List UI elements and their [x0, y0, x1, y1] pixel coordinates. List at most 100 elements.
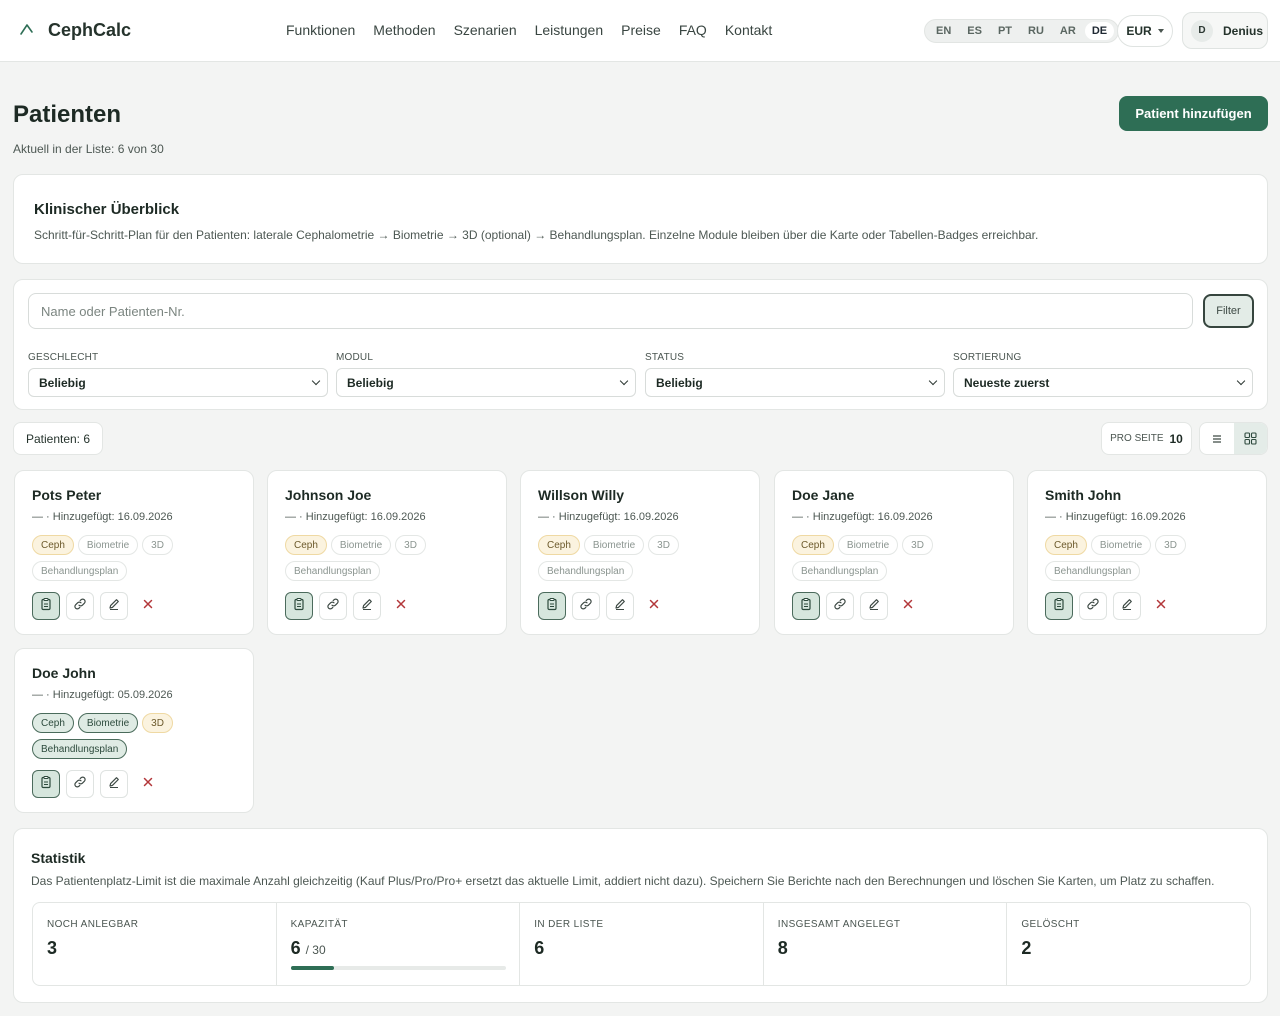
module-tag[interactable]: Biometrie — [583, 535, 645, 555]
share-link-button[interactable] — [1079, 592, 1107, 620]
delete-button[interactable] — [1147, 592, 1175, 620]
list-view-button[interactable] — [1200, 423, 1234, 454]
close-icon — [142, 775, 154, 793]
module-tag[interactable]: 3D — [1155, 535, 1186, 555]
patient-count-badge: Patienten: 6 — [13, 422, 103, 455]
module-tag[interactable]: Biometrie — [837, 535, 899, 555]
link-icon — [73, 775, 87, 794]
module-tag[interactable]: Behandlungsplan — [538, 561, 634, 581]
module-tag[interactable]: Ceph — [32, 535, 74, 555]
delete-button[interactable] — [387, 592, 415, 620]
grid-view-button[interactable] — [1233, 423, 1267, 454]
module-tag[interactable]: Biometrie — [1090, 535, 1152, 555]
edit-button[interactable] — [860, 592, 888, 620]
patient-name[interactable]: Willson Willy — [538, 487, 624, 503]
patient-card[interactable]: Doe Jane — · Hinzugefügt: 16.09.2026 Ceph B… — [774, 470, 1014, 635]
module-tag[interactable]: 3D — [902, 535, 933, 555]
edit-button[interactable] — [606, 592, 634, 620]
module-tag[interactable]: 3D — [395, 535, 426, 555]
nav-scenarios[interactable]: Szenarien — [454, 22, 517, 38]
edit-button[interactable] — [100, 592, 128, 620]
status-select[interactable]: Beliebig — [645, 368, 945, 397]
share-link-button[interactable] — [66, 770, 94, 798]
delete-button[interactable] — [134, 770, 162, 798]
module-select[interactable]: Beliebig — [336, 368, 636, 397]
gender-select[interactable]: Beliebig — [28, 368, 328, 397]
delete-button[interactable] — [134, 592, 162, 620]
report-button[interactable] — [1045, 592, 1073, 620]
link-icon — [833, 597, 847, 616]
share-link-button[interactable] — [572, 592, 600, 620]
stat-label: NOCH ANLEGBAR — [47, 919, 139, 930]
currency-dropdown[interactable]: EUR — [1117, 15, 1173, 47]
lang-en[interactable]: EN — [929, 22, 958, 40]
patient-card[interactable]: Willson Willy — · Hinzugefügt: 16.09.2026… — [520, 470, 760, 635]
lang-ru[interactable]: RU — [1021, 22, 1051, 40]
filter-button[interactable]: Filter — [1203, 294, 1254, 328]
module-tag[interactable]: Behandlungsplan — [792, 561, 888, 581]
brand-logo[interactable]: CephCalc — [16, 18, 131, 42]
delete-button[interactable] — [640, 592, 668, 620]
stat-label: INSGESAMT ANGELEGT — [777, 919, 901, 930]
module-tag[interactable]: Ceph — [1045, 535, 1087, 555]
report-button[interactable] — [32, 770, 60, 798]
nav-faq[interactable]: FAQ — [679, 22, 707, 38]
user-menu[interactable]: D Denius — [1182, 12, 1268, 49]
patient-name[interactable]: Doe Jane — [792, 487, 854, 503]
clipboard-icon — [39, 597, 53, 616]
search-input[interactable] — [28, 293, 1193, 329]
share-link-button[interactable] — [66, 592, 94, 620]
nav-contact[interactable]: Kontakt — [725, 22, 772, 38]
module-tag[interactable]: Biometrie — [77, 535, 139, 555]
lang-de[interactable]: DE — [1084, 22, 1115, 40]
lang-pt[interactable]: PT — [991, 22, 1019, 40]
patient-name[interactable]: Johnson Joe — [285, 487, 371, 503]
module-tag[interactable]: Biometrie — [77, 713, 139, 733]
module-tag[interactable]: Biometrie — [330, 535, 392, 555]
nav-pricing[interactable]: Preise — [621, 22, 661, 38]
share-link-button[interactable] — [319, 592, 347, 620]
report-button[interactable] — [32, 592, 60, 620]
module-tags: Ceph Biometrie 3D Behandlungsplan — [538, 535, 748, 581]
report-button[interactable] — [285, 592, 313, 620]
module-tags: Ceph Biometrie 3D Behandlungsplan — [32, 535, 242, 581]
lang-ar[interactable]: AR — [1053, 22, 1083, 40]
module-tag[interactable]: Ceph — [538, 535, 580, 555]
clipboard-icon — [545, 597, 559, 616]
module-tag[interactable]: Ceph — [285, 535, 327, 555]
module-tag[interactable]: 3D — [648, 535, 679, 555]
patient-card[interactable]: Smith John — · Hinzugefügt: 16.09.2026 Cep… — [1027, 470, 1267, 635]
module-tag[interactable]: Behandlungsplan — [32, 739, 128, 759]
module-tag[interactable]: Ceph — [792, 535, 834, 555]
card-actions — [538, 592, 668, 620]
share-link-button[interactable] — [826, 592, 854, 620]
edit-button[interactable] — [1113, 592, 1141, 620]
module-tag[interactable]: 3D — [142, 535, 173, 555]
module-tag[interactable]: Ceph — [32, 713, 74, 733]
add-patient-button[interactable]: Patient hinzufügen — [1119, 96, 1268, 131]
edit-button[interactable] — [353, 592, 381, 620]
module-tag[interactable]: 3D — [142, 713, 173, 733]
user-name: Denius — [1223, 23, 1264, 38]
per-page-select[interactable]: PRO SEITE 10 — [1101, 422, 1192, 455]
lang-es[interactable]: ES — [960, 22, 989, 40]
delete-button[interactable] — [894, 592, 922, 620]
patient-name[interactable]: Smith John — [1045, 487, 1121, 503]
chevron-down-icon — [619, 376, 629, 385]
module-tag[interactable]: Behandlungsplan — [285, 561, 381, 581]
pencil-icon — [360, 597, 374, 616]
module-tag[interactable]: Behandlungsplan — [1045, 561, 1141, 581]
sorting-select[interactable]: Neueste zuerst — [953, 368, 1253, 397]
module-tag[interactable]: Behandlungsplan — [32, 561, 128, 581]
nav-services[interactable]: Leistungen — [535, 22, 604, 38]
nav-functions[interactable]: Funktionen — [286, 22, 355, 38]
patient-name[interactable]: Doe John — [32, 665, 96, 681]
patient-name[interactable]: Pots Peter — [32, 487, 101, 503]
report-button[interactable] — [792, 592, 820, 620]
patient-card[interactable]: Pots Peter — · Hinzugefügt: 16.09.2026 Cep… — [14, 470, 254, 635]
nav-methods[interactable]: Methoden — [373, 22, 435, 38]
report-button[interactable] — [538, 592, 566, 620]
patient-card[interactable]: Johnson Joe — · Hinzugefügt: 16.09.2026 Ce… — [267, 470, 507, 635]
edit-button[interactable] — [100, 770, 128, 798]
patient-card[interactable]: Doe John — · Hinzugefügt: 05.09.2026 Ceph B… — [14, 648, 254, 813]
